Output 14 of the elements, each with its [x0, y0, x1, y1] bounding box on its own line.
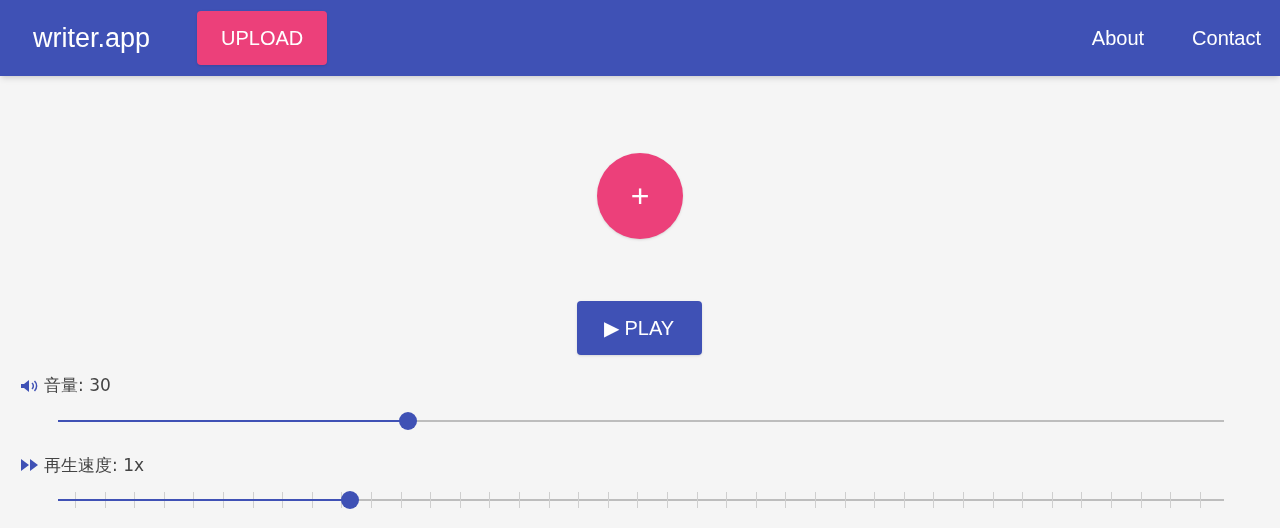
slider[interactable] [58, 410, 1224, 431]
app-title: writer.app [33, 21, 151, 55]
slider-thumb[interactable] [398, 411, 417, 430]
volume-icon [20, 378, 40, 393]
slider-label: 再生速度: 1x [44, 453, 144, 477]
slider[interactable] [58, 490, 1224, 510]
add-button[interactable]: + [597, 153, 683, 239]
fast-forward-icon [20, 458, 40, 473]
play-button[interactable]: ▶ PLAY [576, 301, 702, 355]
nav-link[interactable]: About [1091, 23, 1145, 53]
upload-button[interactable]: UPLOAD [197, 11, 328, 65]
nav-link[interactable]: Contact [1192, 23, 1261, 53]
slider-thumb[interactable] [340, 491, 359, 509]
slider-label: 音量: 30 [44, 374, 111, 397]
